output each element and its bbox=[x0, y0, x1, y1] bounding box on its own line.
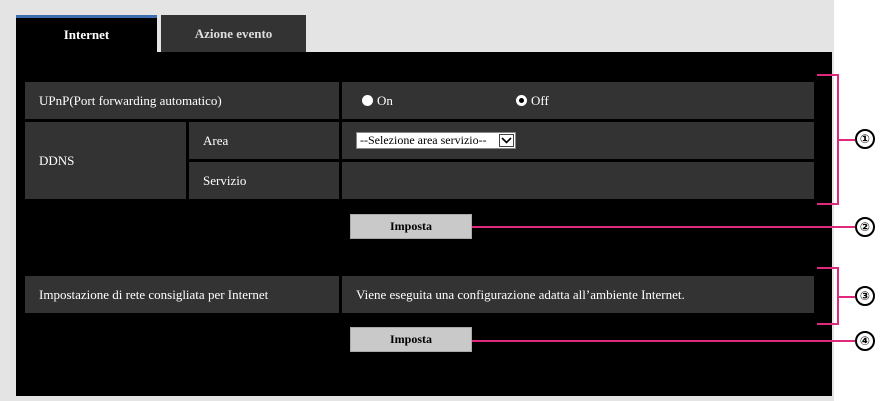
tab-internet[interactable]: Internet bbox=[16, 15, 157, 52]
servizio-label-cell: Servizio bbox=[189, 162, 339, 199]
upnp-off-label: Off bbox=[531, 92, 549, 108]
callout-connector-3 bbox=[839, 296, 855, 298]
upnp-value-cell: On Off bbox=[342, 82, 814, 119]
callout-connector-2 bbox=[472, 226, 855, 228]
area-select-value: --Selezione area servizio-- bbox=[360, 133, 487, 147]
callout-3: ③ bbox=[855, 286, 875, 306]
ddns-label-cell: DDNS bbox=[25, 122, 186, 199]
chevron-down-icon bbox=[499, 134, 514, 147]
callout-1: ① bbox=[855, 129, 875, 149]
callout-2: ② bbox=[855, 217, 875, 237]
imposta-button-network[interactable]: Imposta bbox=[350, 327, 472, 352]
tab-azione-evento[interactable]: Azione evento bbox=[161, 15, 306, 52]
network-label-cell: Impostazione di rete consigliata per Int… bbox=[25, 276, 339, 313]
upnp-label-cell: UPnP(Port forwarding automatico) bbox=[25, 82, 339, 119]
radio-unselected-icon bbox=[362, 95, 373, 106]
imposta-button-upnp-ddns[interactable]: Imposta bbox=[350, 214, 472, 239]
network-label: Impostazione di rete consigliata per Int… bbox=[39, 286, 269, 302]
upnp-label: UPnP(Port forwarding automatico) bbox=[39, 92, 222, 108]
callout-connector-1 bbox=[839, 139, 855, 141]
ddns-label: DDNS bbox=[39, 152, 75, 168]
network-description: Viene eseguita una configurazione adatta… bbox=[356, 286, 685, 302]
area-label: Area bbox=[203, 132, 229, 148]
callout-bracket-3 bbox=[817, 267, 839, 325]
callout-4: ④ bbox=[855, 331, 875, 351]
callout-bracket-1 bbox=[817, 74, 839, 205]
upnp-on-label: On bbox=[377, 92, 393, 108]
servizio-label: Servizio bbox=[203, 172, 247, 188]
upnp-on-radio[interactable]: On bbox=[362, 93, 393, 109]
callout-connector-4 bbox=[472, 340, 855, 342]
upnp-off-radio[interactable]: Off bbox=[516, 93, 549, 109]
network-description-cell: Viene eseguita una configurazione adatta… bbox=[342, 276, 814, 313]
area-label-cell: Area bbox=[189, 122, 339, 159]
servizio-value-cell bbox=[342, 162, 814, 199]
area-select[interactable]: --Selezione area servizio-- bbox=[356, 132, 516, 149]
radio-selected-icon bbox=[516, 95, 527, 106]
